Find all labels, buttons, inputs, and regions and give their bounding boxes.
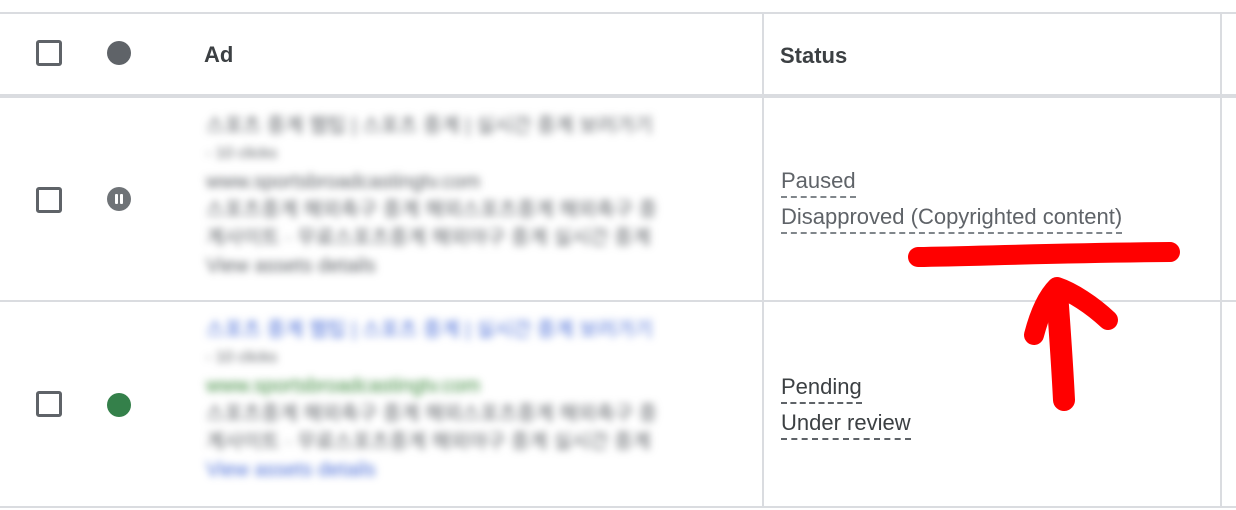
annotation-arrow-head-icon <box>1024 277 1118 345</box>
annotation-underline <box>908 242 1180 267</box>
annotation-overlay <box>908 242 1180 411</box>
annotation-arrow-shaft <box>1046 281 1075 411</box>
